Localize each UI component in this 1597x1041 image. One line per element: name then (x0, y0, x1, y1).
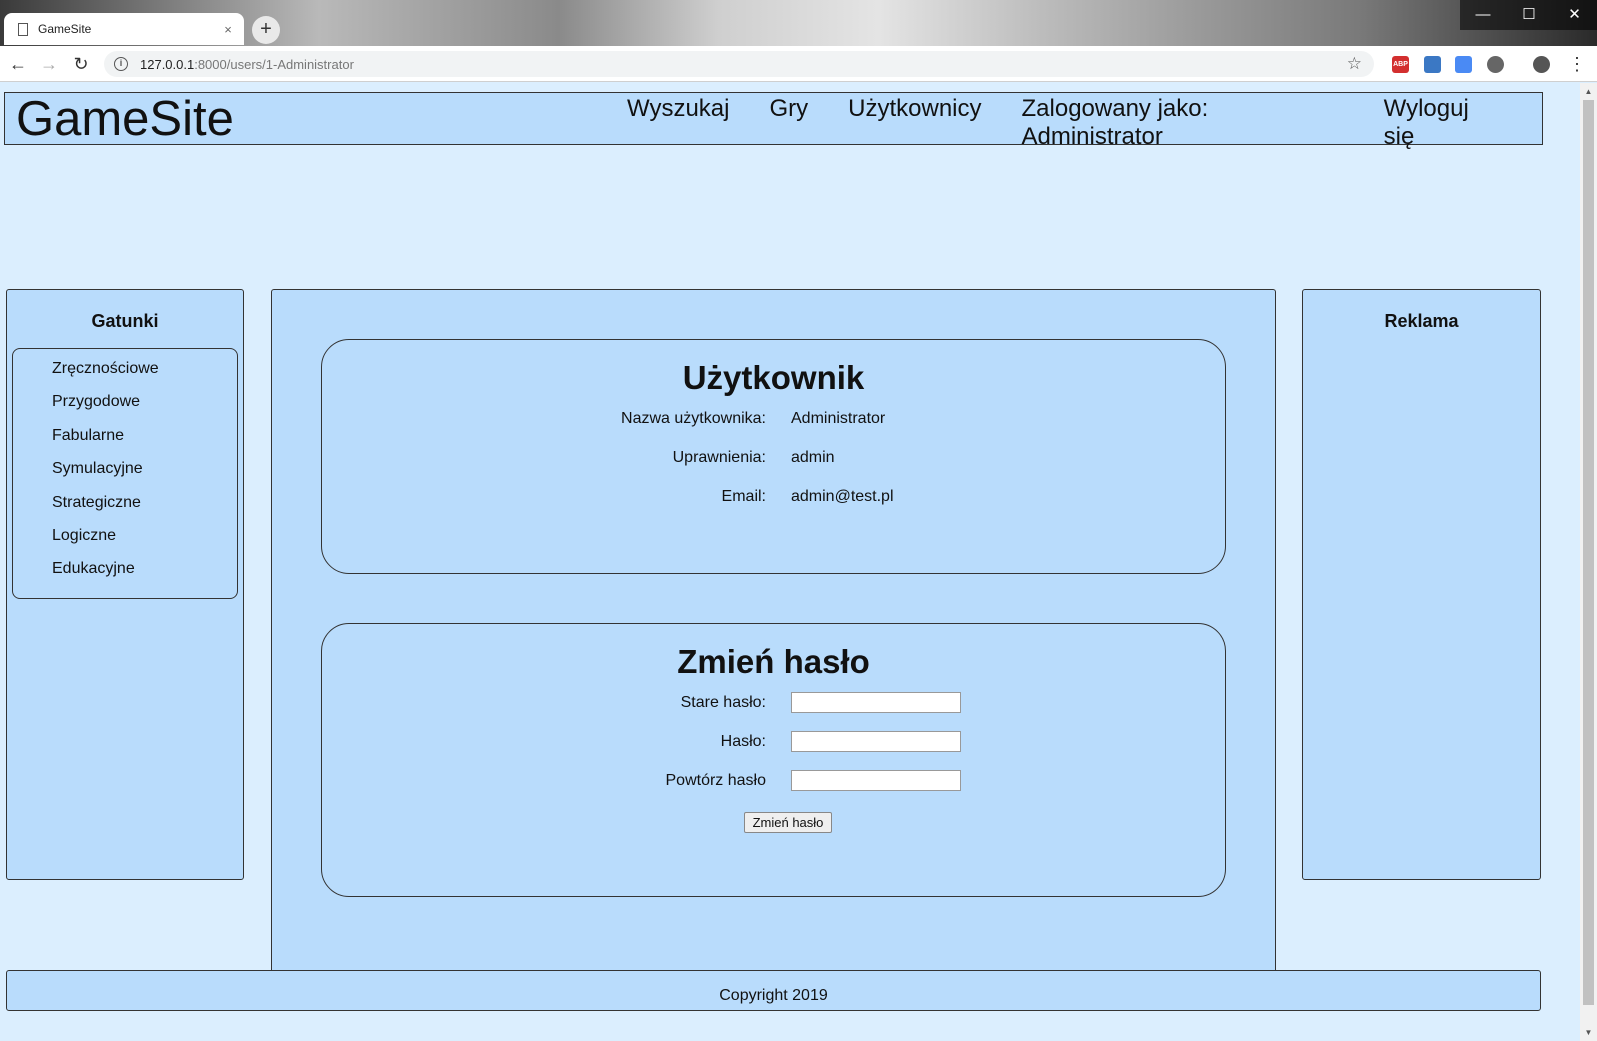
repeat-password-input[interactable] (791, 770, 961, 791)
genre-link[interactable]: Strategiczne (13, 494, 237, 527)
copyright-text: Copyright 2019 (719, 987, 828, 1004)
genre-link[interactable]: Zręcznościowe (13, 360, 237, 393)
tab-close-icon[interactable]: × (220, 22, 236, 37)
ads-sidebar: Reklama (1302, 289, 1541, 880)
change-password-button[interactable]: Zmień hasło (744, 812, 832, 833)
info-icon[interactable]: i (114, 57, 128, 71)
nav-games-link[interactable]: Gry (769, 95, 808, 151)
old-password-label: Stare hasło: (680, 694, 766, 711)
adblock-extension-icon[interactable]: ABP (1392, 56, 1409, 73)
genres-title: Gatunki (91, 311, 159, 331)
camera-extension-icon[interactable] (1424, 56, 1441, 73)
main-content: Użytkownik Nazwa użytkownika: Administra… (271, 289, 1276, 979)
main-nav: Wyszukaj Gry Użytkownicy Zalogowany jako… (627, 95, 1542, 151)
address-bar[interactable]: i 127.0.0.1:8000/users/1-Administrator ☆ (104, 51, 1374, 77)
old-password-input[interactable] (791, 692, 961, 713)
url-path: :8000/users/1-Administrator (194, 56, 354, 72)
bookmark-star-icon[interactable]: ☆ (1347, 54, 1362, 74)
permissions-value: admin (791, 449, 835, 466)
close-window-button[interactable]: ✕ (1552, 0, 1597, 30)
back-icon[interactable]: ← (7, 53, 29, 75)
browser-toolbar: ← → ↻ i 127.0.0.1:8000/users/1-Administr… (0, 46, 1597, 82)
site-footer: Copyright 2019 (6, 970, 1541, 1011)
email-value: admin@test.pl (791, 488, 894, 505)
translate-extension-icon[interactable] (1455, 56, 1472, 73)
new-password-label: Hasło: (720, 733, 766, 750)
username-value: Administrator (791, 410, 886, 427)
change-password-title: Zmień hasło (677, 643, 870, 680)
new-tab-button[interactable]: + (252, 16, 280, 44)
genres-list: Zręcznościowe Przygodowe Fabularne Symul… (12, 348, 238, 599)
permissions-label: Uprawnienia: (672, 449, 766, 466)
profile-icon[interactable] (1533, 56, 1550, 73)
reload-icon[interactable]: ↻ (70, 53, 92, 75)
tab-title: GameSite (38, 22, 92, 36)
change-password-card: Zmień hasło Stare hasło: Hasło: Powtórz … (321, 623, 1226, 897)
document-icon (18, 22, 28, 36)
username-label: Nazwa użytkownika: (621, 410, 766, 427)
scroll-up-icon[interactable]: ▲ (1580, 83, 1597, 100)
genres-sidebar: Gatunki Zręcznościowe Przygodowe Fabular… (6, 289, 244, 880)
site-header: GameSite Wyszukaj Gry Użytkownicy Zalogo… (4, 92, 1543, 150)
repeat-password-label: Powtórz hasło (665, 772, 767, 789)
nav-users-link[interactable]: Użytkownicy (848, 95, 981, 151)
site-logo[interactable]: GameSite (16, 93, 234, 145)
user-card-title: Użytkownik (682, 359, 865, 396)
minimize-button[interactable]: — (1460, 0, 1506, 30)
genre-link[interactable]: Fabularne (13, 427, 237, 460)
browser-tab[interactable]: GameSite × (4, 13, 244, 45)
scrollbar[interactable]: ▲ ▼ (1580, 83, 1597, 1041)
scroll-down-icon[interactable]: ▼ (1580, 1024, 1597, 1041)
new-password-input[interactable] (791, 731, 961, 752)
genre-link[interactable]: Przygodowe (13, 393, 237, 426)
forward-icon[interactable]: → (38, 53, 60, 75)
email-label: Email: (721, 488, 766, 505)
menu-icon[interactable]: ⋮ (1566, 53, 1588, 75)
genre-link[interactable]: Symulacyjne (13, 460, 237, 493)
user-info-card: Użytkownik Nazwa użytkownika: Administra… (321, 339, 1226, 574)
nav-search-link[interactable]: Wyszukaj (627, 95, 729, 151)
genre-link[interactable]: Edukacyjne (13, 560, 237, 593)
nav-logout-link[interactable]: Wyloguj się (1384, 95, 1502, 151)
logged-in-status[interactable]: Zalogowany jako: Administrator (1022, 95, 1344, 151)
browser-titlebar: GameSite × + — ☐ ✕ (0, 0, 1597, 48)
url-host: 127.0.0.1 (140, 56, 195, 72)
extension-icon[interactable] (1487, 56, 1504, 73)
ads-title: Reklama (1384, 311, 1459, 331)
genre-link[interactable]: Logiczne (13, 527, 237, 560)
maximize-button[interactable]: ☐ (1506, 0, 1552, 30)
scroll-thumb[interactable] (1583, 100, 1594, 1005)
